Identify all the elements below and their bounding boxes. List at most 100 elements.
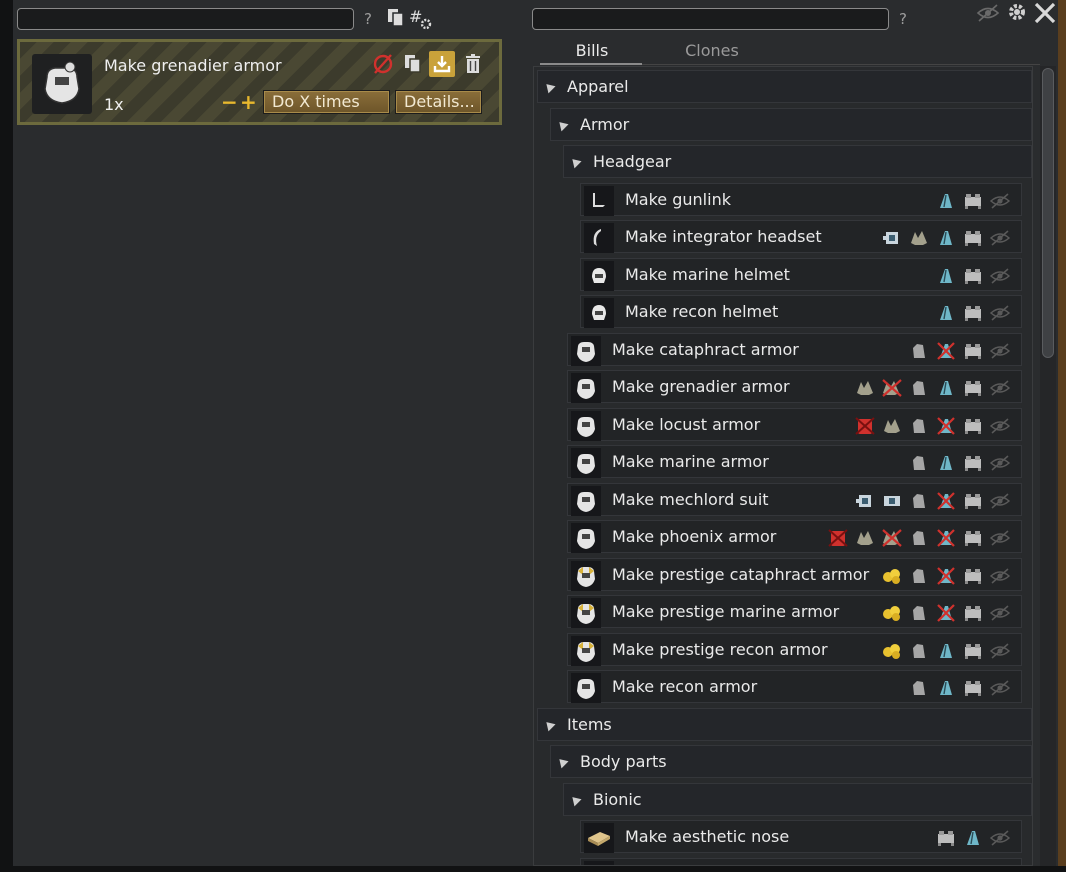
bill-card[interactable]: Make grenadier armor 1x − + Do X times D…: [17, 39, 502, 125]
stone-icon: [908, 377, 930, 399]
recipe-search-input[interactable]: [532, 8, 889, 30]
bench-icon: [962, 190, 984, 212]
bench-icon: [962, 677, 984, 699]
plasteel-icon: [854, 377, 876, 399]
hidden-icon[interactable]: [989, 677, 1011, 699]
collapse-triangle-icon[interactable]: [542, 718, 556, 731]
collapse-triangle-icon[interactable]: [568, 793, 582, 806]
bench-icon: [962, 490, 984, 512]
chip-icon: [881, 227, 903, 249]
decrement-button[interactable]: −: [221, 90, 238, 114]
recipe-row[interactable]: Make gunlink: [580, 182, 1022, 216]
hidden-icon[interactable]: [989, 190, 1011, 212]
collapse-triangle-icon[interactable]: [542, 80, 556, 94]
active-tab-indicator: [540, 63, 642, 65]
hidden-icon[interactable]: [989, 227, 1011, 249]
bill-count: 1x: [104, 95, 124, 114]
recipe-label: Make prestige cataphract armor: [612, 564, 870, 584]
bill-search-input[interactable]: [17, 8, 354, 30]
recipe-row[interactable]: Make aesthetic nose: [580, 820, 1022, 853]
hidden-icon[interactable]: [989, 827, 1011, 849]
plasteel-icon: [854, 527, 876, 549]
category-row[interactable]: Apparel: [537, 70, 1032, 103]
category-label: Headgear: [593, 152, 672, 171]
hidden-icon[interactable]: [989, 340, 1011, 362]
recipe-label: Make marine armor: [612, 452, 769, 471]
close-icon[interactable]: [1032, 0, 1058, 26]
recipe-row[interactable]: Make marine helmet: [580, 257, 1022, 291]
repeat-mode-button[interactable]: Do X times: [263, 90, 390, 114]
hidden-icon[interactable]: [989, 415, 1011, 437]
category-label: Armor: [580, 114, 630, 134]
category-row[interactable]: Bionic: [563, 782, 1032, 816]
show-hidden-icon[interactable]: [975, 2, 1001, 24]
collapse-triangle-icon[interactable]: [555, 755, 569, 769]
category-row[interactable]: Body parts: [550, 745, 1032, 778]
suspend-icon[interactable]: [371, 52, 395, 76]
hidden-icon[interactable]: [989, 302, 1011, 324]
bill-settings-icon[interactable]: #: [409, 7, 433, 31]
hidden-icon[interactable]: [989, 527, 1011, 549]
armor-icon: [571, 485, 601, 516]
recipe-row[interactable]: Make prestige marine armor: [567, 595, 1022, 628]
increment-button[interactable]: +: [240, 90, 257, 114]
category-row[interactable]: Headgear: [563, 145, 1032, 178]
feather-icon: [935, 377, 957, 399]
hidden-icon[interactable]: [989, 565, 1011, 587]
recipe-label: Make integrator headset: [625, 227, 822, 246]
hidden-icon[interactable]: [989, 640, 1011, 662]
stone-icon: [908, 527, 930, 549]
collapse-triangle-icon[interactable]: [568, 155, 582, 169]
bench-icon: [962, 640, 984, 662]
recipe-label: Make recon helmet: [625, 302, 779, 321]
details-button[interactable]: Details...: [395, 90, 482, 114]
collapse-triangle-icon[interactable]: [555, 118, 569, 131]
delete-icon[interactable]: [462, 53, 484, 75]
feather-x-icon: [935, 527, 957, 549]
category-row[interactable]: Armor: [550, 107, 1032, 141]
hidden-icon[interactable]: [989, 377, 1011, 399]
bench-icon: [962, 565, 984, 587]
recipe-row[interactable]: Make aesthetic shaper: [580, 857, 1022, 865]
recipe-row[interactable]: Make prestige recon armor: [567, 632, 1022, 666]
import-icon[interactable]: [429, 51, 455, 77]
recipe-label: Make prestige recon armor: [612, 639, 828, 659]
category-label: Body parts: [580, 752, 667, 771]
recipe-row[interactable]: Make phoenix armor: [567, 520, 1022, 553]
recipe-label: Make grenadier armor: [612, 377, 790, 396]
recipe-row[interactable]: Make mechlord suit: [567, 482, 1022, 516]
hidden-icon[interactable]: [989, 265, 1011, 287]
help-icon[interactable]: ?: [364, 10, 372, 28]
recipe-row[interactable]: Make locust armor: [567, 407, 1022, 441]
copy-bill-icon[interactable]: [402, 53, 424, 75]
recipe-row[interactable]: Make prestige cataphract armor: [567, 557, 1022, 591]
tree-scrollbar-thumb[interactable]: [1042, 68, 1054, 358]
armor-icon: [571, 523, 601, 553]
recipe-label: Make aesthetic nose: [625, 827, 790, 846]
recipe-label: Make phoenix armor: [612, 527, 777, 546]
recipe-label: Make recon armor: [612, 677, 758, 696]
copy-all-icon[interactable]: [385, 7, 407, 29]
settings-gear-icon[interactable]: [1005, 0, 1029, 24]
category-label: Apparel: [567, 77, 629, 96]
hidden-icon[interactable]: [989, 490, 1011, 512]
recipe-label: Make marine helmet: [625, 264, 790, 284]
recipe-row[interactable]: Make integrator headset: [580, 220, 1022, 253]
recipe-row[interactable]: Make cataphract armor: [567, 332, 1022, 366]
category-row[interactable]: Items: [537, 707, 1032, 741]
armor-icon: [571, 448, 601, 478]
bench-icon: [962, 377, 984, 399]
recipe-row[interactable]: Make recon helmet: [580, 295, 1022, 328]
gold-armor-icon: [571, 598, 601, 628]
red-x-icon: [854, 415, 876, 437]
tab-clones[interactable]: Clones: [672, 41, 752, 60]
help-icon-right[interactable]: ?: [899, 10, 907, 28]
stone-icon: [908, 452, 930, 474]
recipe-row[interactable]: Make recon armor: [567, 670, 1022, 703]
tab-bills[interactable]: Bills: [552, 41, 632, 60]
gunlink-icon: [584, 185, 614, 216]
recipe-row[interactable]: Make grenadier armor: [567, 370, 1022, 403]
recipe-row[interactable]: Make marine armor: [567, 445, 1022, 478]
hidden-icon[interactable]: [989, 452, 1011, 474]
hidden-icon[interactable]: [989, 602, 1011, 624]
